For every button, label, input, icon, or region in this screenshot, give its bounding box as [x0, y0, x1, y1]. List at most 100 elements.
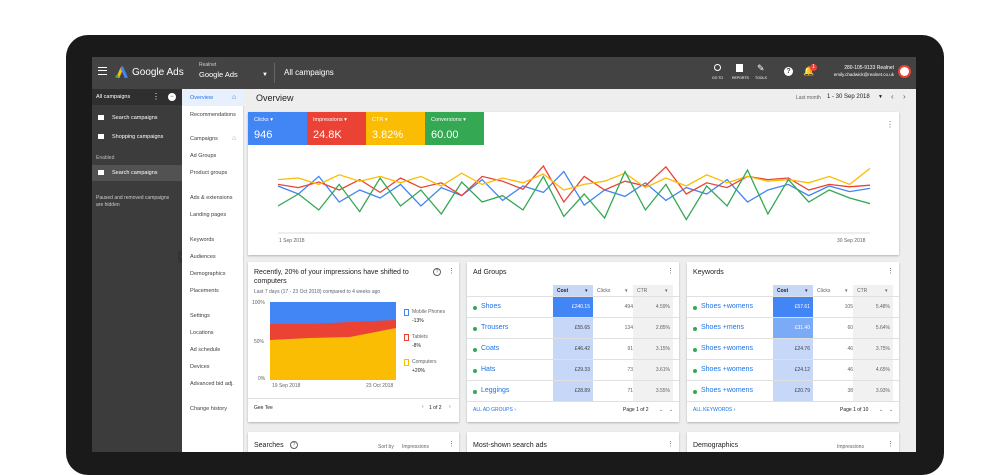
nav-demographics[interactable]: Demographics — [190, 271, 225, 277]
ad-groups-cost-header[interactable]: Cost — [557, 288, 568, 294]
date-next-icon[interactable]: › — [903, 92, 906, 101]
nav-landing-pages[interactable]: Landing pages — [190, 212, 226, 218]
nav-locations[interactable]: Locations — [190, 330, 214, 336]
nav-campaigns[interactable]: Campaigns — [190, 136, 218, 142]
reports-icon[interactable] — [736, 64, 743, 72]
metric-impressions[interactable]: Impressions ▾ 24.8K — [307, 112, 366, 145]
all-keywords-link[interactable]: ALL KEYWORDS › — [693, 407, 735, 413]
keywords-clicks-sort-icon[interactable]: ▾ — [845, 288, 848, 294]
nav-placements[interactable]: Placements — [190, 288, 219, 294]
home-icon[interactable]: ⌂ — [232, 94, 236, 101]
table-row[interactable]: Shoes +mens £31.40 60 5.64% — [687, 317, 899, 339]
ad-group-name[interactable]: Coats — [481, 345, 499, 352]
goto-label[interactable]: GO TO — [712, 76, 723, 80]
searches-info-icon[interactable]: ? — [290, 441, 298, 449]
more-icon[interactable]: ⋮ — [152, 92, 160, 101]
nav-settings[interactable]: Settings — [190, 313, 210, 319]
ad-groups-clicks-sort-icon[interactable]: ▾ — [625, 288, 628, 294]
nav-product-groups[interactable]: Product groups — [190, 170, 227, 176]
campaign-item-shopping[interactable]: Shopping campaigns — [112, 134, 163, 140]
campaign-item-search[interactable]: Search campaigns — [112, 115, 158, 121]
keywords-expand-icon[interactable]: ⌄ — [889, 407, 893, 413]
keywords-ctr-header[interactable]: CTR — [857, 288, 867, 294]
ad-groups-clicks-header[interactable]: Clicks — [597, 288, 610, 294]
nav-advanced-bid-adj[interactable]: Advanced bid adj. — [190, 381, 234, 387]
nav-devices[interactable]: Devices — [190, 364, 210, 370]
most-shown-ads-more-icon[interactable]: ⋮ — [667, 440, 674, 448]
device-next-icon[interactable]: › — [449, 404, 451, 410]
demographics-more-icon[interactable]: ⋮ — [887, 440, 894, 448]
search-icon[interactable] — [714, 64, 721, 71]
searches-more-icon[interactable]: ⋮ — [448, 440, 455, 448]
keyword-name[interactable]: Shoes +womens — [701, 366, 753, 373]
sort-by-value[interactable]: Impressions — [402, 444, 429, 450]
date-label: Last month — [796, 95, 821, 101]
keywords-cost-sort-icon[interactable]: ▾ — [805, 288, 808, 294]
ad-groups-ctr-header[interactable]: CTR — [637, 288, 647, 294]
table-row[interactable]: Shoes +womens £24.76 46 3.75% — [687, 338, 899, 360]
keyword-name[interactable]: Shoes +womens — [701, 387, 753, 394]
date-dropdown-icon[interactable]: ▼ — [878, 94, 883, 100]
card-more-icon[interactable]: ⋮ — [886, 120, 894, 129]
collapse-icon[interactable]: − — [168, 93, 176, 101]
help-icon[interactable]: ? — [784, 67, 793, 76]
ad-groups-more-icon[interactable]: ⋮ — [667, 267, 674, 275]
ad-group-name[interactable]: Hats — [481, 366, 495, 373]
keywords-pager-dropdown-icon[interactable]: ⌄ — [879, 407, 883, 413]
all-ad-groups-link[interactable]: ALL AD GROUPS › — [473, 407, 516, 413]
keyword-name[interactable]: Shoes +womens — [701, 303, 753, 310]
ad-groups-expand-icon[interactable]: ⌄ — [669, 407, 673, 413]
metric-ctr[interactable]: CTR ▾ 3.82% — [366, 112, 425, 145]
demographics-sort-value[interactable]: Impressions — [837, 444, 864, 450]
ad-group-name[interactable]: Trousers — [481, 324, 508, 331]
ad-group-name[interactable]: Leggings — [481, 387, 509, 394]
demographics-title: Demographics — [693, 442, 739, 449]
tools-icon[interactable]: ✎ — [757, 63, 765, 74]
table-row[interactable]: Shoes +womens £57.61 105 5.48% — [687, 296, 899, 318]
table-row[interactable]: Leggings £28.89 71 3.55% — [467, 380, 679, 402]
ad-groups-card: Ad Groups ⋮ Cost ▾ Clicks ▾ CTR ▾ Shoes £… — [467, 262, 679, 422]
menu-icon[interactable] — [98, 67, 107, 75]
device-card-more-icon[interactable]: ⋮ — [448, 267, 455, 275]
tools-label[interactable]: TOOLS — [755, 76, 767, 80]
cost-value: £28.89 — [574, 388, 590, 394]
keywords-clicks-header[interactable]: Clicks — [817, 288, 830, 294]
nav-ad-groups[interactable]: Ad Groups — [190, 153, 216, 159]
nav-overview[interactable]: Overview — [190, 95, 213, 101]
device-prev-icon[interactable]: ‹ — [422, 404, 424, 410]
keywords-cost-header[interactable]: Cost — [777, 288, 788, 294]
table-row[interactable]: Shoes £240.15 494 4.59% — [467, 296, 679, 318]
date-prev-icon[interactable]: ‹ — [891, 92, 894, 101]
nav-audiences[interactable]: Audiences — [190, 254, 216, 260]
keywords-more-icon[interactable]: ⋮ — [887, 267, 894, 275]
reports-label[interactable]: REPORTS — [732, 76, 749, 80]
campaigns-home-icon[interactable]: ⌂ — [232, 135, 236, 142]
ad-groups-cost-sort-icon[interactable]: ▾ — [585, 288, 588, 294]
ctr-value: 5.64% — [875, 325, 890, 331]
keyword-name[interactable]: Shoes +mens — [701, 324, 744, 331]
table-row[interactable]: Shoes +womens £20.79 38 3.93% — [687, 380, 899, 402]
account-name[interactable]: Google Ads — [199, 70, 238, 79]
table-row[interactable]: Coats £46.42 91 3.15% — [467, 338, 679, 360]
nav-change-history[interactable]: Change history — [190, 406, 227, 412]
metric-clicks[interactable]: Clicks ▾ 946 — [248, 112, 307, 145]
nav-ad-schedule[interactable]: Ad schedule — [190, 347, 220, 353]
avatar[interactable] — [898, 65, 911, 78]
campaign-item-enabled-search[interactable]: Search campaigns — [112, 170, 158, 176]
table-row[interactable]: Hats £29.33 73 3.61% — [467, 359, 679, 381]
chart-x-end: 30 Sep 2018 — [837, 238, 866, 244]
account-dropdown-icon[interactable]: ▼ — [262, 72, 268, 78]
keywords-ctr-sort-icon[interactable]: ▾ — [885, 288, 888, 294]
ad-groups-pager-dropdown-icon[interactable]: ⌄ — [659, 407, 663, 413]
metric-conversions[interactable]: Conversions ▾ 60.00 — [425, 112, 484, 145]
nav-keywords[interactable]: Keywords — [190, 237, 214, 243]
keyword-name[interactable]: Shoes +womens — [701, 345, 753, 352]
info-icon[interactable]: ? — [433, 268, 441, 276]
date-range[interactable]: 1 - 30 Sep 2018 — [827, 94, 870, 100]
table-row[interactable]: Shoes +womens £24.12 46 4.65% — [687, 359, 899, 381]
ad-group-name[interactable]: Shoes — [481, 303, 501, 310]
nav-recommendations[interactable]: Recommendations — [190, 112, 236, 118]
table-row[interactable]: Trousers £55.65 134 2.85% — [467, 317, 679, 339]
ad-groups-ctr-sort-icon[interactable]: ▾ — [665, 288, 668, 294]
nav-ads-extensions[interactable]: Ads & extensions — [190, 195, 233, 201]
